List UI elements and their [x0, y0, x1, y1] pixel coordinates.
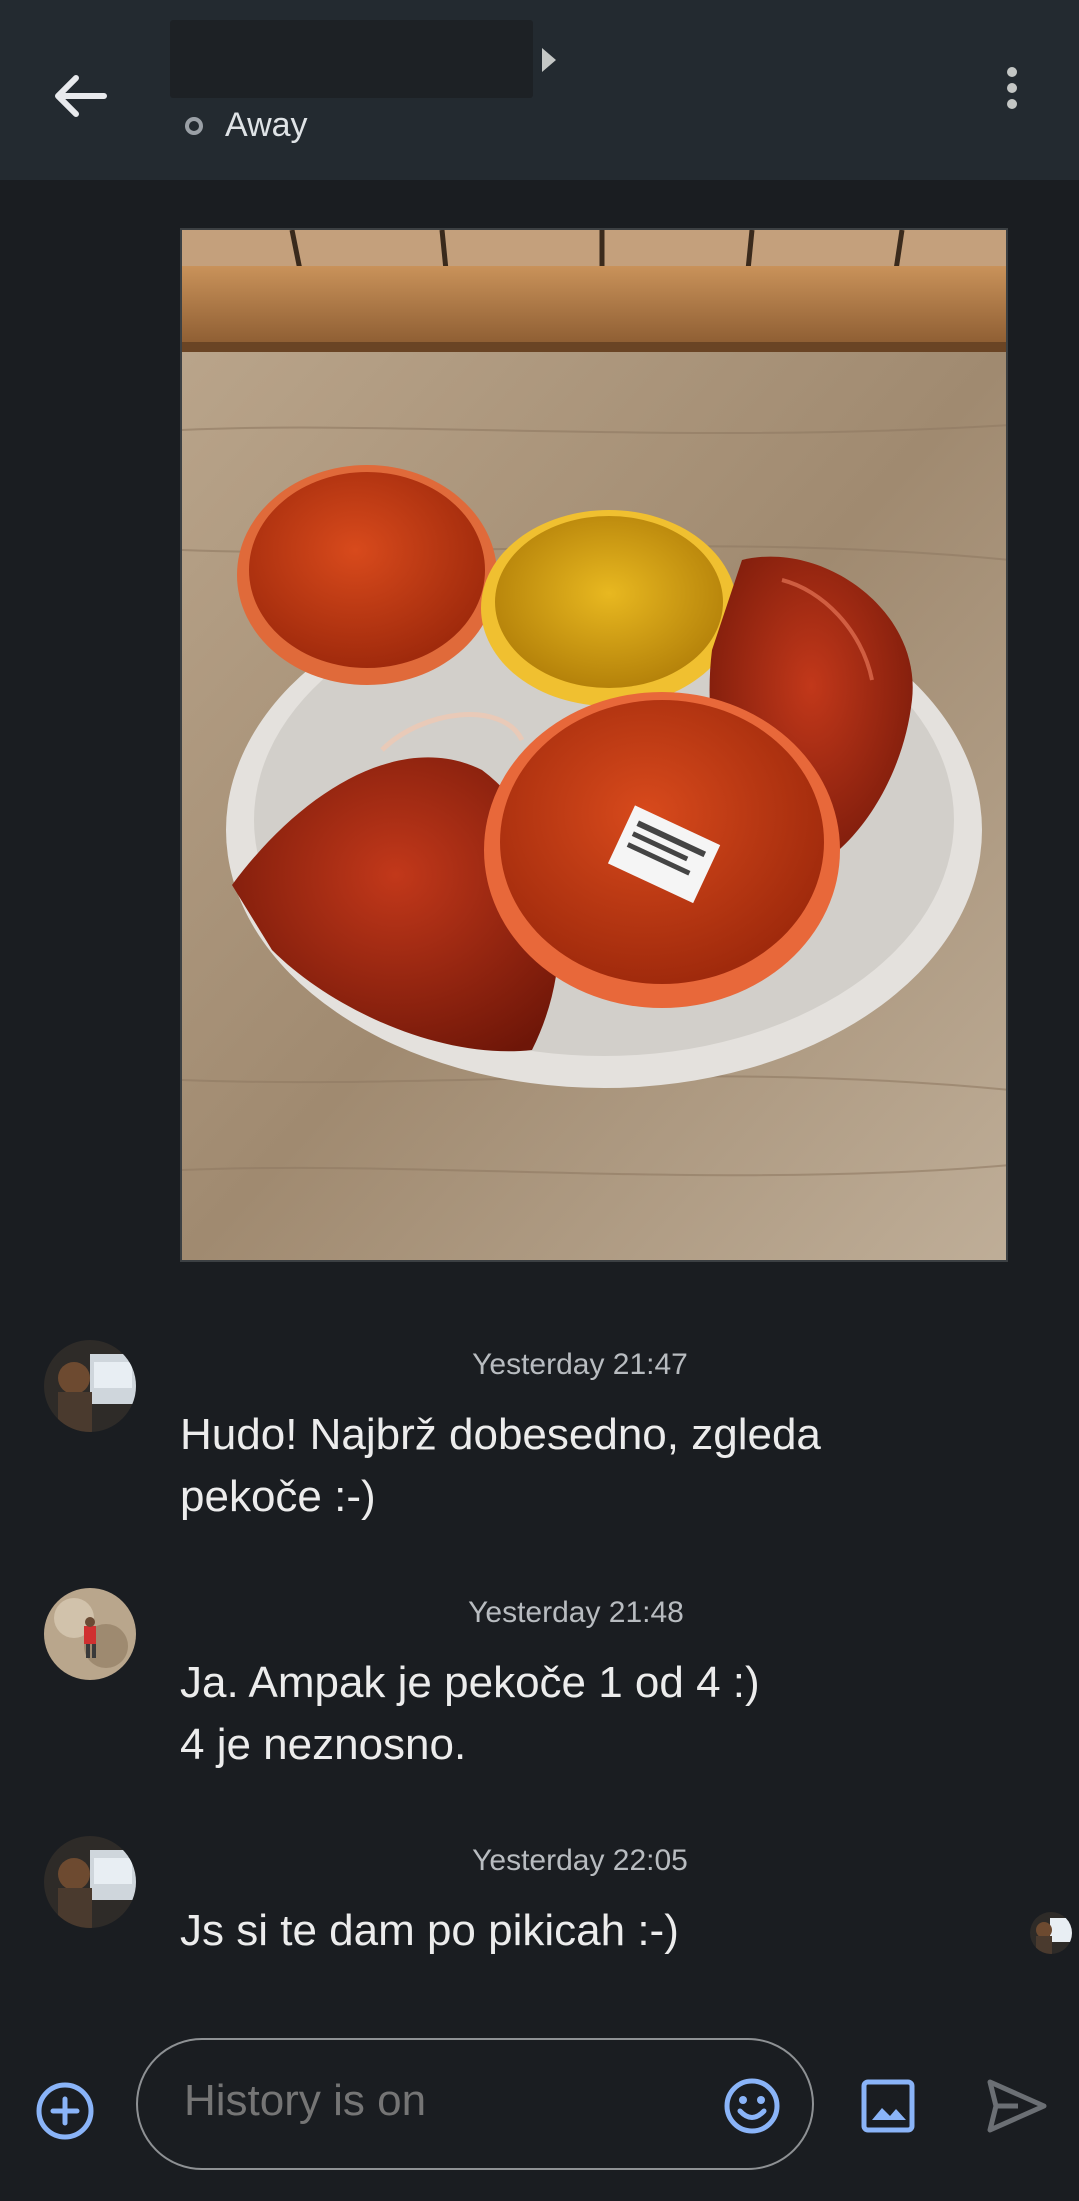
read-receipt-avatar [1030, 1912, 1072, 1954]
shared-image[interactable] [180, 228, 1008, 1262]
attach-image-button[interactable] [858, 2076, 918, 2136]
send-icon [987, 2079, 1047, 2133]
add-attachment-button[interactable] [34, 2080, 96, 2142]
message-input[interactable] [184, 2076, 684, 2126]
avatar[interactable] [44, 1340, 136, 1432]
message-item[interactable]: Yesterday 21:48 Ja. Ampak je pekoče 1 od… [0, 1588, 1079, 1769]
presence-status: Away [185, 106, 308, 145]
back-arrow-icon [55, 75, 107, 117]
message-timestamp: Yesterday 21:48 [468, 1596, 684, 1629]
message-item[interactable]: Yesterday 21:47 Hudo! Najbrž dobesedno, … [0, 1340, 1079, 1521]
image-icon [861, 2079, 915, 2133]
message-input-container[interactable] [136, 2038, 814, 2170]
more-options-button[interactable] [990, 62, 1034, 118]
message-text: Ja. Ampak je pekoče 1 od 4 :) 4 je nezno… [180, 1658, 760, 1769]
more-vert-icon [990, 67, 1034, 109]
message-text: Hudo! Najbrž dobesedno, zgleda pekoče :-… [180, 1410, 821, 1521]
add-circle-icon [36, 2082, 94, 2140]
message-text: Js si te dam po pikicah :-) [180, 1906, 679, 1955]
message-timestamp: Yesterday 21:47 [472, 1348, 688, 1381]
send-button[interactable] [984, 2076, 1050, 2136]
emoji-icon [724, 2078, 780, 2134]
message-item[interactable]: Yesterday 22:05 Js si te dam po pikicah … [0, 1836, 1079, 1956]
message-timestamp: Yesterday 22:05 [472, 1844, 688, 1877]
back-button[interactable] [40, 58, 120, 138]
caret-right-icon[interactable] [540, 46, 558, 74]
emoji-button[interactable] [722, 2076, 782, 2136]
message-composer [0, 2020, 1079, 2201]
avatar[interactable] [44, 1836, 136, 1928]
away-status-icon [185, 116, 203, 135]
avatar[interactable] [44, 1588, 136, 1680]
status-label: Away [225, 106, 308, 144]
conversation-title[interactable] [170, 20, 533, 98]
chat-header: Away [0, 0, 1079, 180]
